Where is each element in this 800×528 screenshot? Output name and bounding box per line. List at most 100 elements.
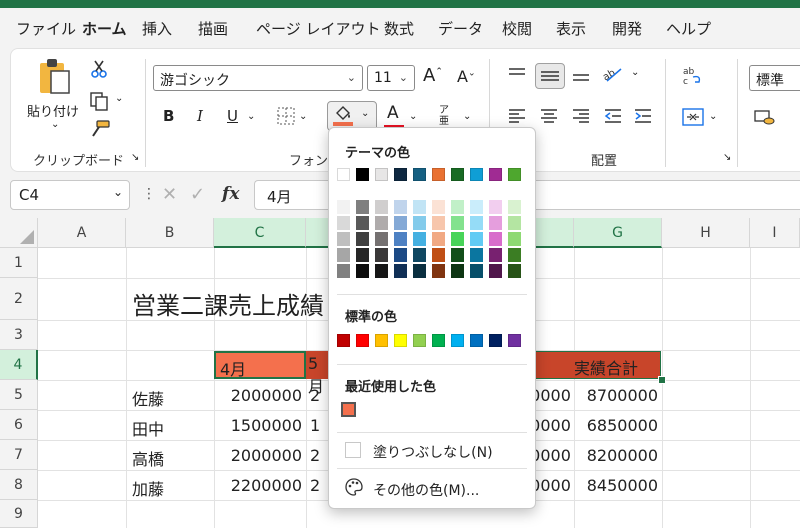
theme-color-swatch[interactable] xyxy=(451,168,464,181)
theme-shade-swatch[interactable] xyxy=(413,216,426,230)
row-header-4[interactable]: 4 xyxy=(0,350,38,380)
row-header-2[interactable]: 2 xyxy=(0,278,38,320)
theme-shade-swatch[interactable] xyxy=(489,264,502,278)
phonetic-guide-button[interactable]: ア亜 xyxy=(439,105,453,127)
standard-color-swatch[interactable] xyxy=(413,334,426,347)
font-color-letter[interactable]: A xyxy=(387,103,399,123)
name-cell[interactable]: 佐藤 xyxy=(132,386,164,410)
total-cell[interactable]: 8450000 xyxy=(574,476,658,495)
row-header-5[interactable]: 5 xyxy=(0,380,38,410)
tab-file[interactable]: ファイル xyxy=(16,18,76,39)
theme-shade-swatch[interactable] xyxy=(356,200,369,214)
fill-color-chevron-down-icon[interactable]: ⌄ xyxy=(361,108,369,119)
col-header-g[interactable]: G xyxy=(574,218,662,248)
value-cell-d-partial[interactable]: 2 xyxy=(310,446,320,465)
underline-button[interactable]: U xyxy=(227,107,238,125)
theme-shade-swatch[interactable] xyxy=(489,248,502,262)
font-color-chevron-down-icon[interactable]: ⌄ xyxy=(409,111,417,122)
align-center-icon[interactable] xyxy=(539,107,559,129)
theme-shade-swatch[interactable] xyxy=(470,216,483,230)
standard-color-swatch[interactable] xyxy=(489,334,502,347)
theme-shade-swatch[interactable] xyxy=(451,248,464,262)
standard-color-swatch[interactable] xyxy=(356,334,369,347)
format-painter-icon[interactable] xyxy=(89,119,111,143)
tab-draw[interactable]: 描画 xyxy=(198,18,228,39)
theme-shade-swatch[interactable] xyxy=(337,264,350,278)
theme-color-swatch[interactable] xyxy=(337,168,350,181)
row-header-8[interactable]: 8 xyxy=(0,470,38,500)
value-cell-c[interactable]: 2000000 xyxy=(214,386,302,405)
standard-color-swatch[interactable] xyxy=(470,334,483,347)
align-bottom-icon[interactable] xyxy=(571,65,591,89)
name-box-chevron-down-icon[interactable]: ⌄ xyxy=(113,185,123,199)
alignment-dialog-launcher-icon[interactable]: ↘ xyxy=(723,152,731,163)
value-cell-c[interactable]: 2000000 xyxy=(214,446,302,465)
col-header-b[interactable]: B xyxy=(126,218,214,248)
standard-color-swatch[interactable] xyxy=(337,334,350,347)
theme-shade-swatch[interactable] xyxy=(508,264,521,278)
col-header-a[interactable]: A xyxy=(38,218,126,248)
theme-color-swatch[interactable] xyxy=(394,168,407,181)
theme-shade-swatch[interactable] xyxy=(375,248,388,262)
header-cell-fg4[interactable]: 実績合計 xyxy=(534,351,661,379)
wrap-text-icon[interactable]: ab c xyxy=(681,65,705,91)
theme-shade-swatch[interactable] xyxy=(432,216,445,230)
font-size-chevron-down-icon[interactable]: ⌄ xyxy=(399,71,408,84)
theme-color-swatch[interactable] xyxy=(508,168,521,181)
theme-shade-swatch[interactable] xyxy=(489,200,502,214)
theme-color-swatch[interactable] xyxy=(356,168,369,181)
tab-insert[interactable]: 挿入 xyxy=(142,18,172,39)
theme-shade-swatch[interactable] xyxy=(432,200,445,214)
number-format-combo[interactable]: 標準 xyxy=(749,65,800,91)
value-cell-c[interactable]: 2200000 xyxy=(214,476,302,495)
row-header-9[interactable]: 9 xyxy=(0,500,38,528)
theme-color-swatch[interactable] xyxy=(375,168,388,181)
theme-shade-swatch[interactable] xyxy=(432,232,445,246)
paste-icon[interactable] xyxy=(37,57,73,101)
theme-shade-swatch[interactable] xyxy=(337,248,350,262)
row-header-7[interactable]: 7 xyxy=(0,440,38,470)
theme-shade-swatch[interactable] xyxy=(356,248,369,262)
accounting-format-icon[interactable] xyxy=(753,107,775,131)
theme-color-swatch[interactable] xyxy=(432,168,445,181)
standard-color-swatch[interactable] xyxy=(394,334,407,347)
theme-shade-swatch[interactable] xyxy=(394,200,407,214)
tab-review[interactable]: 校閲 xyxy=(502,18,532,39)
standard-color-swatch[interactable] xyxy=(432,334,445,347)
theme-shade-swatch[interactable] xyxy=(337,232,350,246)
no-fill-menu-item[interactable]: 塗りつぶしなし(N) xyxy=(373,442,493,462)
align-top-icon[interactable] xyxy=(507,65,527,87)
align-middle-icon[interactable] xyxy=(535,63,565,89)
total-cell[interactable]: 6850000 xyxy=(574,416,658,435)
theme-shade-swatch[interactable] xyxy=(451,264,464,278)
theme-shade-swatch[interactable] xyxy=(413,248,426,262)
grow-font-button[interactable]: A⌃ xyxy=(423,65,443,86)
decrease-indent-icon[interactable] xyxy=(603,107,623,129)
bold-button[interactable]: B xyxy=(163,107,174,125)
insert-function-icon[interactable]: fx xyxy=(222,184,239,204)
font-size-combo[interactable]: 11 ⌄ xyxy=(367,65,415,91)
tab-help[interactable]: ヘルプ xyxy=(666,18,711,39)
merge-chevron-down-icon[interactable]: ⌄ xyxy=(709,111,717,122)
borders-chevron-down-icon[interactable]: ⌄ xyxy=(299,111,307,122)
standard-color-swatch[interactable] xyxy=(375,334,388,347)
theme-shade-swatch[interactable] xyxy=(413,264,426,278)
header-cell-d4[interactable]: 5月 xyxy=(306,351,328,396)
theme-shade-swatch[interactable] xyxy=(451,200,464,214)
name-box[interactable]: C4 ⌄ xyxy=(10,180,130,210)
theme-shade-swatch[interactable] xyxy=(489,232,502,246)
standard-color-swatch[interactable] xyxy=(508,334,521,347)
clipboard-dialog-launcher-icon[interactable]: ↘ xyxy=(131,152,139,163)
font-name-chevron-down-icon[interactable]: ⌄ xyxy=(347,71,356,84)
name-cell[interactable]: 田中 xyxy=(132,416,164,440)
font-name-combo[interactable]: 游ゴシック ⌄ xyxy=(153,65,363,91)
tab-developer[interactable]: 開発 xyxy=(612,18,642,39)
col-header-h[interactable]: H xyxy=(662,218,750,248)
sheet-title[interactable]: 営業二課売上成績 xyxy=(132,286,324,321)
theme-shade-swatch[interactable] xyxy=(470,232,483,246)
theme-shade-swatch[interactable] xyxy=(375,264,388,278)
theme-color-swatch[interactable] xyxy=(489,168,502,181)
borders-icon[interactable] xyxy=(277,107,295,129)
more-options-icon[interactable]: ⋮ xyxy=(142,186,156,202)
theme-shade-swatch[interactable] xyxy=(394,248,407,262)
